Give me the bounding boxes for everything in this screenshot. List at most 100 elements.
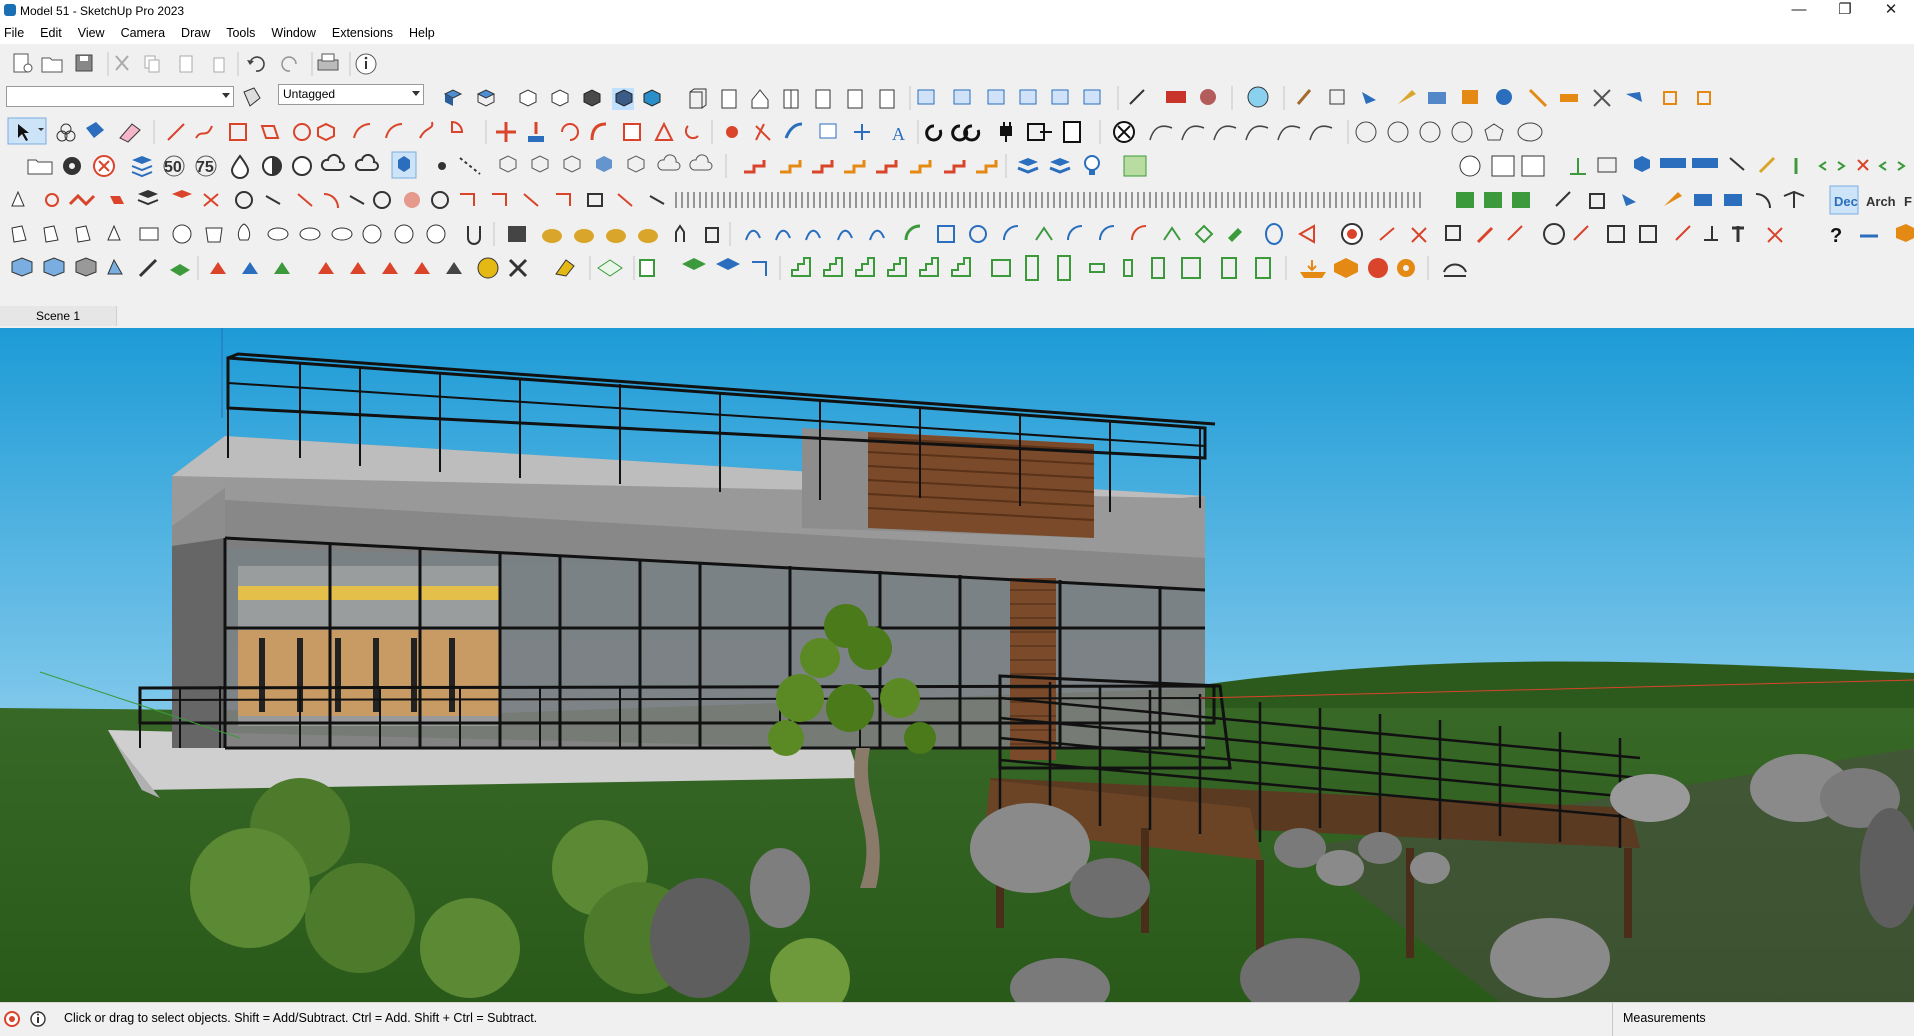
eraser-icon[interactable] xyxy=(119,123,141,143)
section-toggle-icon[interactable] xyxy=(1083,89,1101,105)
measurements-input[interactable] xyxy=(1723,1007,1909,1029)
protractor-icon[interactable] xyxy=(784,122,803,139)
paint-bucket-icon[interactable] xyxy=(86,122,104,138)
plug-icon[interactable] xyxy=(1000,122,1012,142)
copy-icon[interactable] xyxy=(144,55,160,73)
model-info-icon[interactable] xyxy=(355,53,377,75)
polygon-icon[interactable] xyxy=(317,122,335,142)
menu-edit[interactable]: Edit xyxy=(32,22,70,44)
close-button[interactable]: ✕ xyxy=(1868,0,1914,22)
save-icon[interactable] xyxy=(75,54,93,72)
push-pull-icon[interactable] xyxy=(528,122,544,142)
view-left-icon[interactable] xyxy=(612,88,634,110)
dimension-icon[interactable] xyxy=(755,123,771,141)
flip-icon[interactable] xyxy=(684,125,699,140)
misc-tool-icons-a[interactable] xyxy=(11,190,665,209)
layer-stack-icon[interactable] xyxy=(131,156,153,178)
yellow-tool-icon[interactable] xyxy=(555,259,575,277)
shaded-style-icon[interactable] xyxy=(751,89,769,109)
menu-draw[interactable]: Draw xyxy=(173,22,218,44)
scene-tab[interactable]: Scene 1 xyxy=(0,306,117,326)
paste-icon[interactable] xyxy=(179,55,193,73)
scale-icon[interactable] xyxy=(623,123,641,141)
shaded-texture-icon[interactable] xyxy=(783,89,799,109)
three-point-arc-icon[interactable] xyxy=(419,121,434,139)
menu-extensions[interactable]: Extensions xyxy=(324,22,401,44)
extension-red-icon[interactable] xyxy=(1166,91,1186,103)
menu-help[interactable]: Help xyxy=(401,22,443,44)
ground-plane-icon[interactable] xyxy=(597,259,623,277)
line-tool-icon[interactable] xyxy=(167,123,185,141)
rectangle-icon[interactable] xyxy=(229,123,247,141)
export-icon[interactable] xyxy=(1027,123,1052,141)
hex-tool-icons[interactable] xyxy=(499,155,645,173)
style-dropdown[interactable] xyxy=(6,86,234,107)
extension-rose-icon[interactable] xyxy=(1200,89,1216,105)
cut-icon[interactable] xyxy=(115,55,129,71)
orbit-icon[interactable] xyxy=(925,124,943,142)
arc-icon[interactable] xyxy=(353,123,371,139)
monochrome-icon[interactable] xyxy=(815,89,831,109)
maximize-button[interactable]: ❐ xyxy=(1822,0,1868,22)
settings-cross-icon[interactable] xyxy=(1113,121,1135,143)
redo-icon[interactable] xyxy=(281,56,297,72)
stacks-icons[interactable] xyxy=(639,258,767,277)
freehand-icon[interactable] xyxy=(195,125,213,139)
hatch-circle-icon[interactable] xyxy=(292,156,312,176)
tail-icons[interactable] xyxy=(1860,224,1914,242)
section-display-icon[interactable] xyxy=(1019,89,1037,105)
section-fill-icon[interactable] xyxy=(987,89,1005,105)
terrain-tool-icons[interactable] xyxy=(210,262,462,274)
layer-blue-icons[interactable] xyxy=(1017,158,1071,174)
view-right-icon[interactable] xyxy=(551,89,569,107)
box-tool-icons[interactable] xyxy=(11,257,190,278)
tag-paint-icon[interactable] xyxy=(243,87,261,107)
select-arrow-icon[interactable] xyxy=(7,117,47,145)
green-box-icon[interactable] xyxy=(1123,155,1147,177)
right-toolbar-group[interactable] xyxy=(1459,155,1906,177)
menu-tools[interactable]: Tools xyxy=(218,22,263,44)
drop-icon[interactable] xyxy=(230,154,250,179)
back-edges-icon[interactable] xyxy=(879,89,895,109)
view-back-icon[interactable] xyxy=(583,89,601,107)
tag-dropdown[interactable]: Untagged xyxy=(278,84,424,105)
print-icon[interactable] xyxy=(317,53,339,71)
move-icon[interactable] xyxy=(496,122,516,142)
extension-tools-icons[interactable] xyxy=(1296,88,1711,108)
cloud-icons[interactable] xyxy=(320,153,379,171)
view-top-icon[interactable] xyxy=(476,89,496,107)
open-folder-icon[interactable] xyxy=(41,57,63,73)
shape-tool-icons[interactable] xyxy=(1355,121,1543,143)
extension-flask-icon[interactable] xyxy=(1247,86,1269,108)
render-tool-icons[interactable] xyxy=(1300,258,1415,278)
arc-bridge-icon[interactable] xyxy=(1443,263,1467,277)
curve-path-icons[interactable] xyxy=(745,223,1315,245)
section-active-icon[interactable] xyxy=(1051,89,1069,105)
pan-icon[interactable] xyxy=(951,124,981,142)
follow-me-icon[interactable] xyxy=(590,122,607,141)
f-toggle[interactable]: F xyxy=(1904,194,1912,209)
new-file-icon[interactable] xyxy=(13,53,33,73)
offset-icon[interactable] xyxy=(654,121,674,141)
cloud-outline-icons[interactable] xyxy=(657,154,713,171)
extension-pen-icon[interactable] xyxy=(1129,89,1145,105)
building-tool-icons[interactable] xyxy=(791,255,1271,281)
rotate-icon[interactable] xyxy=(561,123,579,141)
minimize-button[interactable]: — xyxy=(1776,0,1822,22)
fifty-icon[interactable]: 50 xyxy=(163,155,185,177)
light-bulb-icon[interactable] xyxy=(1084,155,1100,175)
two-point-arc-icon[interactable] xyxy=(385,123,403,139)
edit-tool-icons[interactable] xyxy=(1379,223,1783,245)
contrast-icon[interactable] xyxy=(262,156,282,176)
section-plane-icon[interactable] xyxy=(917,89,935,105)
pattern-tool-icons[interactable] xyxy=(675,192,1530,208)
menu-file[interactable]: File xyxy=(0,22,32,44)
cancel-circle-icon[interactable] xyxy=(93,155,115,177)
material-tool-icons[interactable] xyxy=(508,224,719,243)
document-icon[interactable] xyxy=(1063,121,1081,143)
point-icon[interactable] xyxy=(438,162,446,170)
model-viewport[interactable] xyxy=(0,328,1914,1002)
undo-icon[interactable] xyxy=(247,56,265,72)
view-front-icon[interactable] xyxy=(519,89,537,107)
arch-toggle[interactable]: Arch xyxy=(1866,194,1896,209)
